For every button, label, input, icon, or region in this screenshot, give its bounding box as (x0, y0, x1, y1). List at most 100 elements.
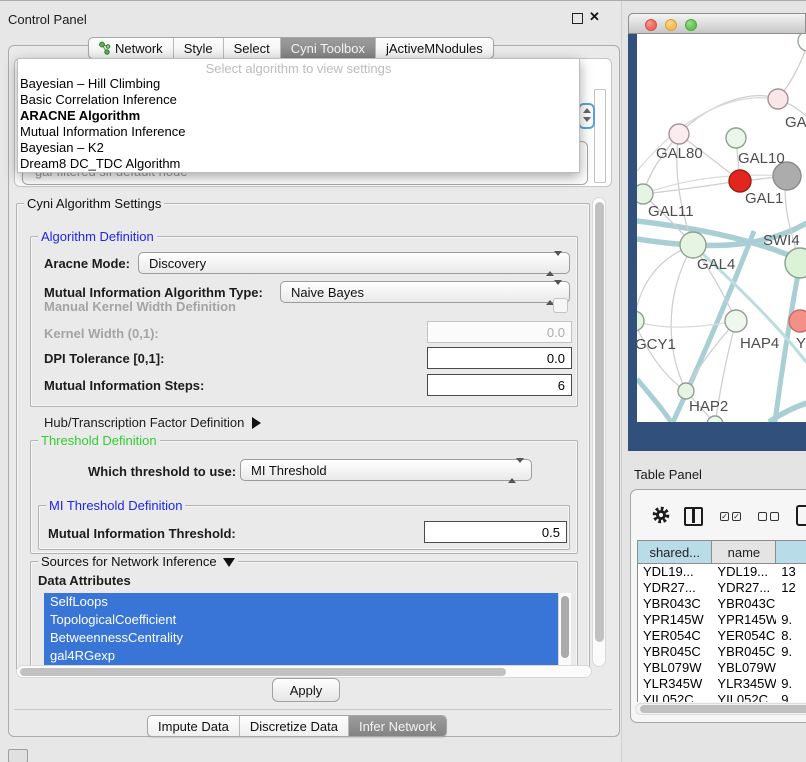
dropdown-item[interactable]: Basic Correlation Inference (18, 92, 579, 108)
network-edge[interactable] (637, 321, 736, 327)
column-header[interactable]: shared... (638, 541, 712, 563)
network-edge[interactable] (671, 245, 693, 391)
tab-impute-data[interactable]: Impute Data (148, 716, 240, 736)
column-header[interactable] (776, 541, 806, 563)
network-edge[interactable] (637, 245, 693, 321)
mi-type-label: Mutual Information Algorithm Type: (44, 285, 263, 300)
hub-section-toggle[interactable]: Hub/Transcription Factor Definition (44, 415, 261, 430)
network-node-gcy1[interactable] (637, 311, 644, 331)
network-edge[interactable] (637, 321, 686, 391)
dropdown-item[interactable]: Mutual Information Inference (18, 124, 579, 140)
float-window-icon[interactable] (572, 13, 583, 24)
network-node-gal80[interactable] (669, 124, 689, 144)
network-edge[interactable] (637, 379, 671, 422)
network-node-hap2[interactable] (678, 383, 694, 399)
which-threshold-combo[interactable]: MI Threshold (240, 459, 532, 481)
table-row[interactable]: YDL19...YDL19...13 (638, 564, 806, 580)
table-row[interactable]: YIL052CYIL052C9 (638, 692, 806, 702)
kernel-width-field[interactable]: 0.0 (427, 321, 572, 343)
algorithm-definition-title: Algorithm Definition (38, 229, 157, 244)
control-panel-tabs: NetworkStyleSelectCyni ToolboxjActiveMNo… (88, 37, 494, 59)
manual-kernel-checkbox[interactable] (553, 298, 568, 313)
tab-infer-network[interactable]: Infer Network (349, 716, 446, 736)
tab-label: Infer Network (359, 719, 436, 734)
aracne-mode-combo[interactable]: Discovery (138, 252, 570, 274)
attribute-item[interactable]: SelfLoops (44, 593, 558, 611)
table-horizontal-scrollbar[interactable] (635, 703, 806, 715)
column-header[interactable]: name (712, 541, 776, 563)
network-node[interactable] (798, 34, 806, 51)
select-all-icon[interactable]: ✓ (720, 512, 729, 521)
node-label: SWI4 (763, 232, 800, 249)
table-cell: 8. (776, 628, 806, 644)
algorithm-dropdown: Select algorithm to view settings Bayesi… (17, 58, 580, 173)
tab-jactivemnodules[interactable]: jActiveMNodules (376, 38, 493, 58)
apply-button[interactable]: Apply (272, 678, 340, 702)
cyni-mode-tabs: Impute Data Discretize Data Infer Network (147, 715, 447, 737)
network-node-gal[interactable] (768, 89, 788, 109)
table-cell (776, 660, 806, 676)
table-row[interactable]: YBL079WYBL079W (638, 660, 806, 676)
split-view-icon[interactable] (684, 507, 703, 526)
algorithm-combo-spinner[interactable] (578, 103, 595, 129)
table-row[interactable]: YBR045CYBR045C9. (638, 644, 806, 660)
network-window-titlebar[interactable] (628, 13, 806, 34)
mi-steps-field[interactable]: 6 (427, 374, 572, 396)
tab-cyni-toolbox[interactable]: Cyni Toolbox (281, 38, 376, 58)
attributes-scrollbar[interactable] (558, 593, 571, 665)
dpi-tolerance-field[interactable]: 0.0 (427, 347, 572, 369)
close-traffic-icon[interactable] (645, 19, 657, 31)
dropdown-item[interactable]: Bayesian – Hill Climbing (18, 76, 579, 92)
minimize-traffic-icon[interactable] (665, 19, 677, 31)
node-label: GAL80 (656, 145, 703, 162)
attribute-item[interactable]: TopologicalCoefficient (44, 611, 558, 629)
data-attributes-label: Data Attributes (38, 573, 131, 588)
deselect-all-icon[interactable] (758, 512, 767, 521)
deselect-all-icon[interactable] (770, 512, 779, 521)
network-view-canvas[interactable]: GALGAL80GAL10GAL1GAL11SWI4GAL4GCY1HAP4YH… (637, 34, 806, 422)
node-label: GAL11 (648, 203, 694, 220)
gear-icon[interactable] (651, 505, 671, 525)
network-node-gal1[interactable] (729, 170, 751, 192)
table-row[interactable]: YBR043CYBR043C (638, 596, 806, 612)
network-node-gal11[interactable] (637, 184, 653, 204)
tab-select[interactable]: Select (224, 38, 281, 58)
mi-type-combo[interactable]: Naive Bayes (280, 281, 570, 303)
data-attributes-list[interactable]: SelfLoopsTopologicalCoefficientBetweenne… (44, 593, 558, 665)
node-label: GAL10 (738, 150, 785, 167)
table-toolbar: ✓ ✓ (631, 490, 806, 540)
dropdown-prompt: Select algorithm to view settings (18, 59, 579, 76)
table-row[interactable]: YPR145WYPR145W9. (638, 612, 806, 628)
table-cell: YBR043C (638, 596, 712, 612)
attribute-item[interactable]: BetweennessCentrality (44, 629, 558, 647)
network-node-gal4[interactable] (680, 232, 706, 258)
network-edge[interactable] (679, 96, 778, 134)
attribute-item[interactable]: gal4RGexp (44, 647, 558, 665)
settings-horizontal-scrollbar[interactable] (16, 665, 592, 678)
table-cell: 12 (776, 580, 806, 596)
tab-label: Discretize Data (250, 719, 338, 734)
page-icon[interactable] (796, 505, 806, 526)
collapsed-panel-button[interactable] (8, 749, 28, 762)
tab-network[interactable]: Network (89, 38, 174, 58)
mi-threshold-field[interactable]: 0.5 (424, 521, 567, 543)
network-node-gal10[interactable] (726, 128, 746, 148)
network-node-hap4[interactable] (725, 310, 747, 332)
tab-style[interactable]: Style (174, 38, 224, 58)
node-table[interactable]: shared...name YDL19...YDL19...13YDR27...… (637, 540, 806, 702)
network-edge[interactable] (643, 181, 740, 194)
table-row[interactable]: YER054CYER054C8. (638, 628, 806, 644)
sources-toggle[interactable]: Sources for Network Inference (38, 554, 238, 569)
close-icon[interactable]: ✕ (589, 9, 600, 25)
zoom-traffic-icon[interactable] (685, 19, 697, 31)
table-cell (776, 596, 806, 612)
settings-vertical-scrollbar[interactable] (592, 197, 606, 667)
select-all-icon[interactable]: ✓ (732, 512, 741, 521)
table-row[interactable]: YLR345WYLR345W9. (638, 676, 806, 692)
dropdown-item[interactable]: ARACNE Algorithm (18, 108, 579, 124)
dropdown-item[interactable]: Dream8 DC_TDC Algorithm (18, 156, 579, 172)
dropdown-item[interactable]: Bayesian – K2 (18, 140, 579, 156)
table-row[interactable]: YDR27...YDR27...12 (638, 580, 806, 596)
network-node-y[interactable] (789, 310, 806, 332)
tab-discretize-data[interactable]: Discretize Data (240, 716, 349, 736)
